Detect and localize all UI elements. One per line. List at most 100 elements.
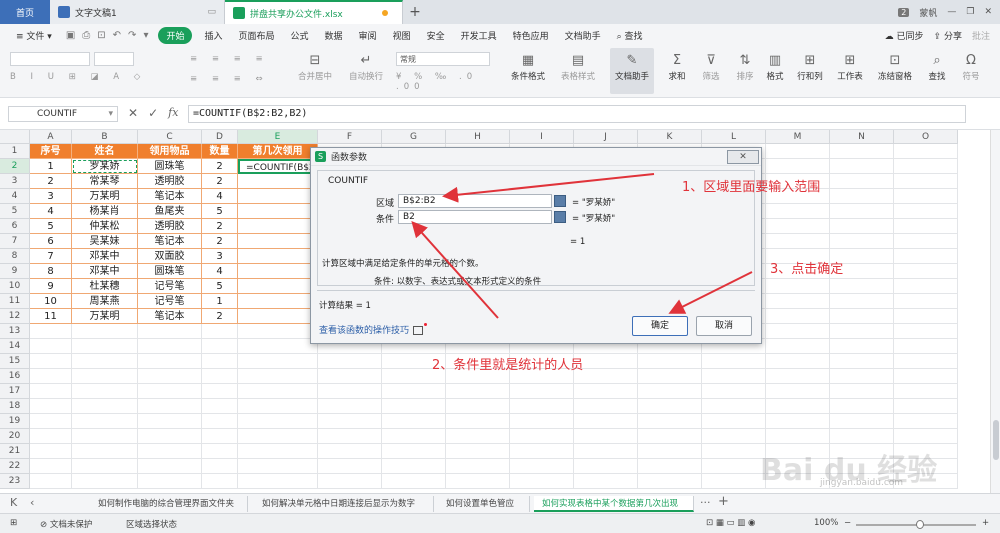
merge-center-button[interactable]: ⊟ 合并居中 — [290, 54, 340, 83]
cell-m17[interactable] — [766, 384, 830, 399]
cell-c2[interactable]: 圆珠笔 — [138, 159, 202, 174]
column-header-l[interactable]: L — [702, 130, 766, 144]
font-style-buttons[interactable]: B I U ⊞ ◪ A ◇ — [10, 72, 180, 82]
cell-e19[interactable] — [238, 414, 318, 429]
column-header-b[interactable]: B — [72, 130, 138, 144]
cell-e15[interactable] — [238, 354, 318, 369]
cell-a20[interactable] — [30, 429, 72, 444]
cell-l18[interactable] — [702, 399, 766, 414]
cell-a18[interactable] — [30, 399, 72, 414]
menu-view[interactable]: 视图 — [385, 29, 419, 42]
cell-j23[interactable] — [574, 474, 638, 489]
column-header-o[interactable]: O — [894, 130, 958, 144]
row-header-14[interactable]: 14 — [0, 339, 30, 354]
row-header-5[interactable]: 5 — [0, 204, 30, 219]
column-header-d[interactable]: D — [202, 130, 238, 144]
cell-f23[interactable] — [318, 474, 382, 489]
help-link[interactable]: 查看该函数的操作技巧 — [319, 323, 428, 336]
cell-m6[interactable] — [766, 219, 830, 234]
cell-e13[interactable] — [238, 324, 318, 339]
cell-n1[interactable] — [830, 144, 894, 159]
cell-c11[interactable]: 记号笔 — [138, 294, 202, 309]
cell-l21[interactable] — [702, 444, 766, 459]
cell-a16[interactable] — [30, 369, 72, 384]
conditional-format-button[interactable]: ▦ 条件格式 — [506, 54, 550, 83]
cell-g18[interactable] — [382, 399, 446, 414]
cell-d19[interactable] — [202, 414, 238, 429]
cell-c8[interactable]: 双面胶 — [138, 249, 202, 264]
add-sheet-icon[interactable]: + — [718, 494, 729, 509]
cell-i17[interactable] — [510, 384, 574, 399]
worksheet-button[interactable]: ⊞ 工作表 — [832, 54, 868, 83]
sort-button[interactable]: ⇅ 排序 — [730, 54, 760, 83]
cell-o9[interactable] — [894, 264, 958, 279]
print-preview-icon[interactable]: ⊡ — [97, 30, 105, 41]
cell-b12[interactable]: 万某明 — [72, 309, 138, 324]
restore-icon[interactable]: ❐ — [966, 7, 974, 17]
cell-c23[interactable] — [138, 474, 202, 489]
cell-a14[interactable] — [30, 339, 72, 354]
name-box[interactable]: COUNTIF ▾ — [8, 106, 118, 122]
cell-o19[interactable] — [894, 414, 958, 429]
cell-h21[interactable] — [446, 444, 510, 459]
cell-b15[interactable] — [72, 354, 138, 369]
menu-developer[interactable]: 开发工具 — [453, 29, 505, 42]
cell-m12[interactable] — [766, 309, 830, 324]
sync-status[interactable]: ☁ 已同步 — [885, 29, 924, 42]
row-header-13[interactable]: 13 — [0, 324, 30, 339]
cell-d12[interactable]: 2 — [202, 309, 238, 324]
cell-b6[interactable]: 仲某松 — [72, 219, 138, 234]
cell-b23[interactable] — [72, 474, 138, 489]
sheet-tab-2[interactable]: 如何解决单元格中日期连接后显示为数字 — [254, 496, 434, 512]
cell-n17[interactable] — [830, 384, 894, 399]
cell-d6[interactable]: 2 — [202, 219, 238, 234]
cell-c3[interactable]: 透明胶 — [138, 174, 202, 189]
cell-n13[interactable] — [830, 324, 894, 339]
cell-c16[interactable] — [138, 369, 202, 384]
menu-data[interactable]: 数据 — [317, 29, 351, 42]
row-header-23[interactable]: 23 — [0, 474, 30, 489]
cell-k21[interactable] — [638, 444, 702, 459]
cell-b8[interactable]: 邓某中 — [72, 249, 138, 264]
arg-range-input[interactable]: B$2:B2 — [398, 194, 552, 208]
cell-m15[interactable] — [766, 354, 830, 369]
cell-o7[interactable] — [894, 234, 958, 249]
zoom-out-icon[interactable]: − — [844, 518, 851, 528]
confirm-formula-icon[interactable]: ✓ — [148, 106, 158, 120]
cell-m18[interactable] — [766, 399, 830, 414]
cell-e22[interactable] — [238, 459, 318, 474]
column-header-i[interactable]: I — [510, 130, 574, 144]
sheet-tab-4[interactable]: 如何实现表格中某个数据第几次出现 — [534, 496, 694, 512]
cell-k16[interactable] — [638, 369, 702, 384]
cell-m2[interactable] — [766, 159, 830, 174]
share-button[interactable]: ⇪ 分享 — [934, 29, 962, 42]
align-buttons-2[interactable]: ≡ ≡ ≡ ⇔ — [190, 74, 270, 84]
scroll-thumb[interactable] — [993, 420, 999, 460]
row-header-1[interactable]: 1 — [0, 144, 30, 159]
cancel-button[interactable]: 取消 — [696, 316, 752, 336]
cell-a23[interactable] — [30, 474, 72, 489]
cell-f22[interactable] — [318, 459, 382, 474]
tab-document[interactable]: 文字文稿1 ▭ — [50, 0, 225, 24]
dialog-close-button[interactable]: ✕ — [727, 150, 759, 164]
sheet-tab-3[interactable]: 如何设置单色管应 — [438, 496, 530, 512]
cell-n20[interactable] — [830, 429, 894, 444]
cell-o14[interactable] — [894, 339, 958, 354]
row-header-2[interactable]: 2 — [0, 159, 30, 174]
cell-l23[interactable] — [702, 474, 766, 489]
cell-e6[interactable] — [238, 219, 318, 234]
cell-o11[interactable] — [894, 294, 958, 309]
cell-a22[interactable] — [30, 459, 72, 474]
cell-d14[interactable] — [202, 339, 238, 354]
cell-o3[interactable] — [894, 174, 958, 189]
cell-o4[interactable] — [894, 189, 958, 204]
font-size-select[interactable] — [94, 52, 134, 66]
active-cell-e2[interactable]: =COUNTIF(B$2: B — [238, 159, 318, 174]
cell-b7[interactable]: 吴某妹 — [72, 234, 138, 249]
cell-a12[interactable]: 11 — [30, 309, 72, 324]
cell-c12[interactable]: 笔记本 — [138, 309, 202, 324]
cell-j21[interactable] — [574, 444, 638, 459]
cell-e21[interactable] — [238, 444, 318, 459]
cell-o16[interactable] — [894, 369, 958, 384]
menu-search[interactable]: ⌕ 查找 — [609, 29, 651, 42]
